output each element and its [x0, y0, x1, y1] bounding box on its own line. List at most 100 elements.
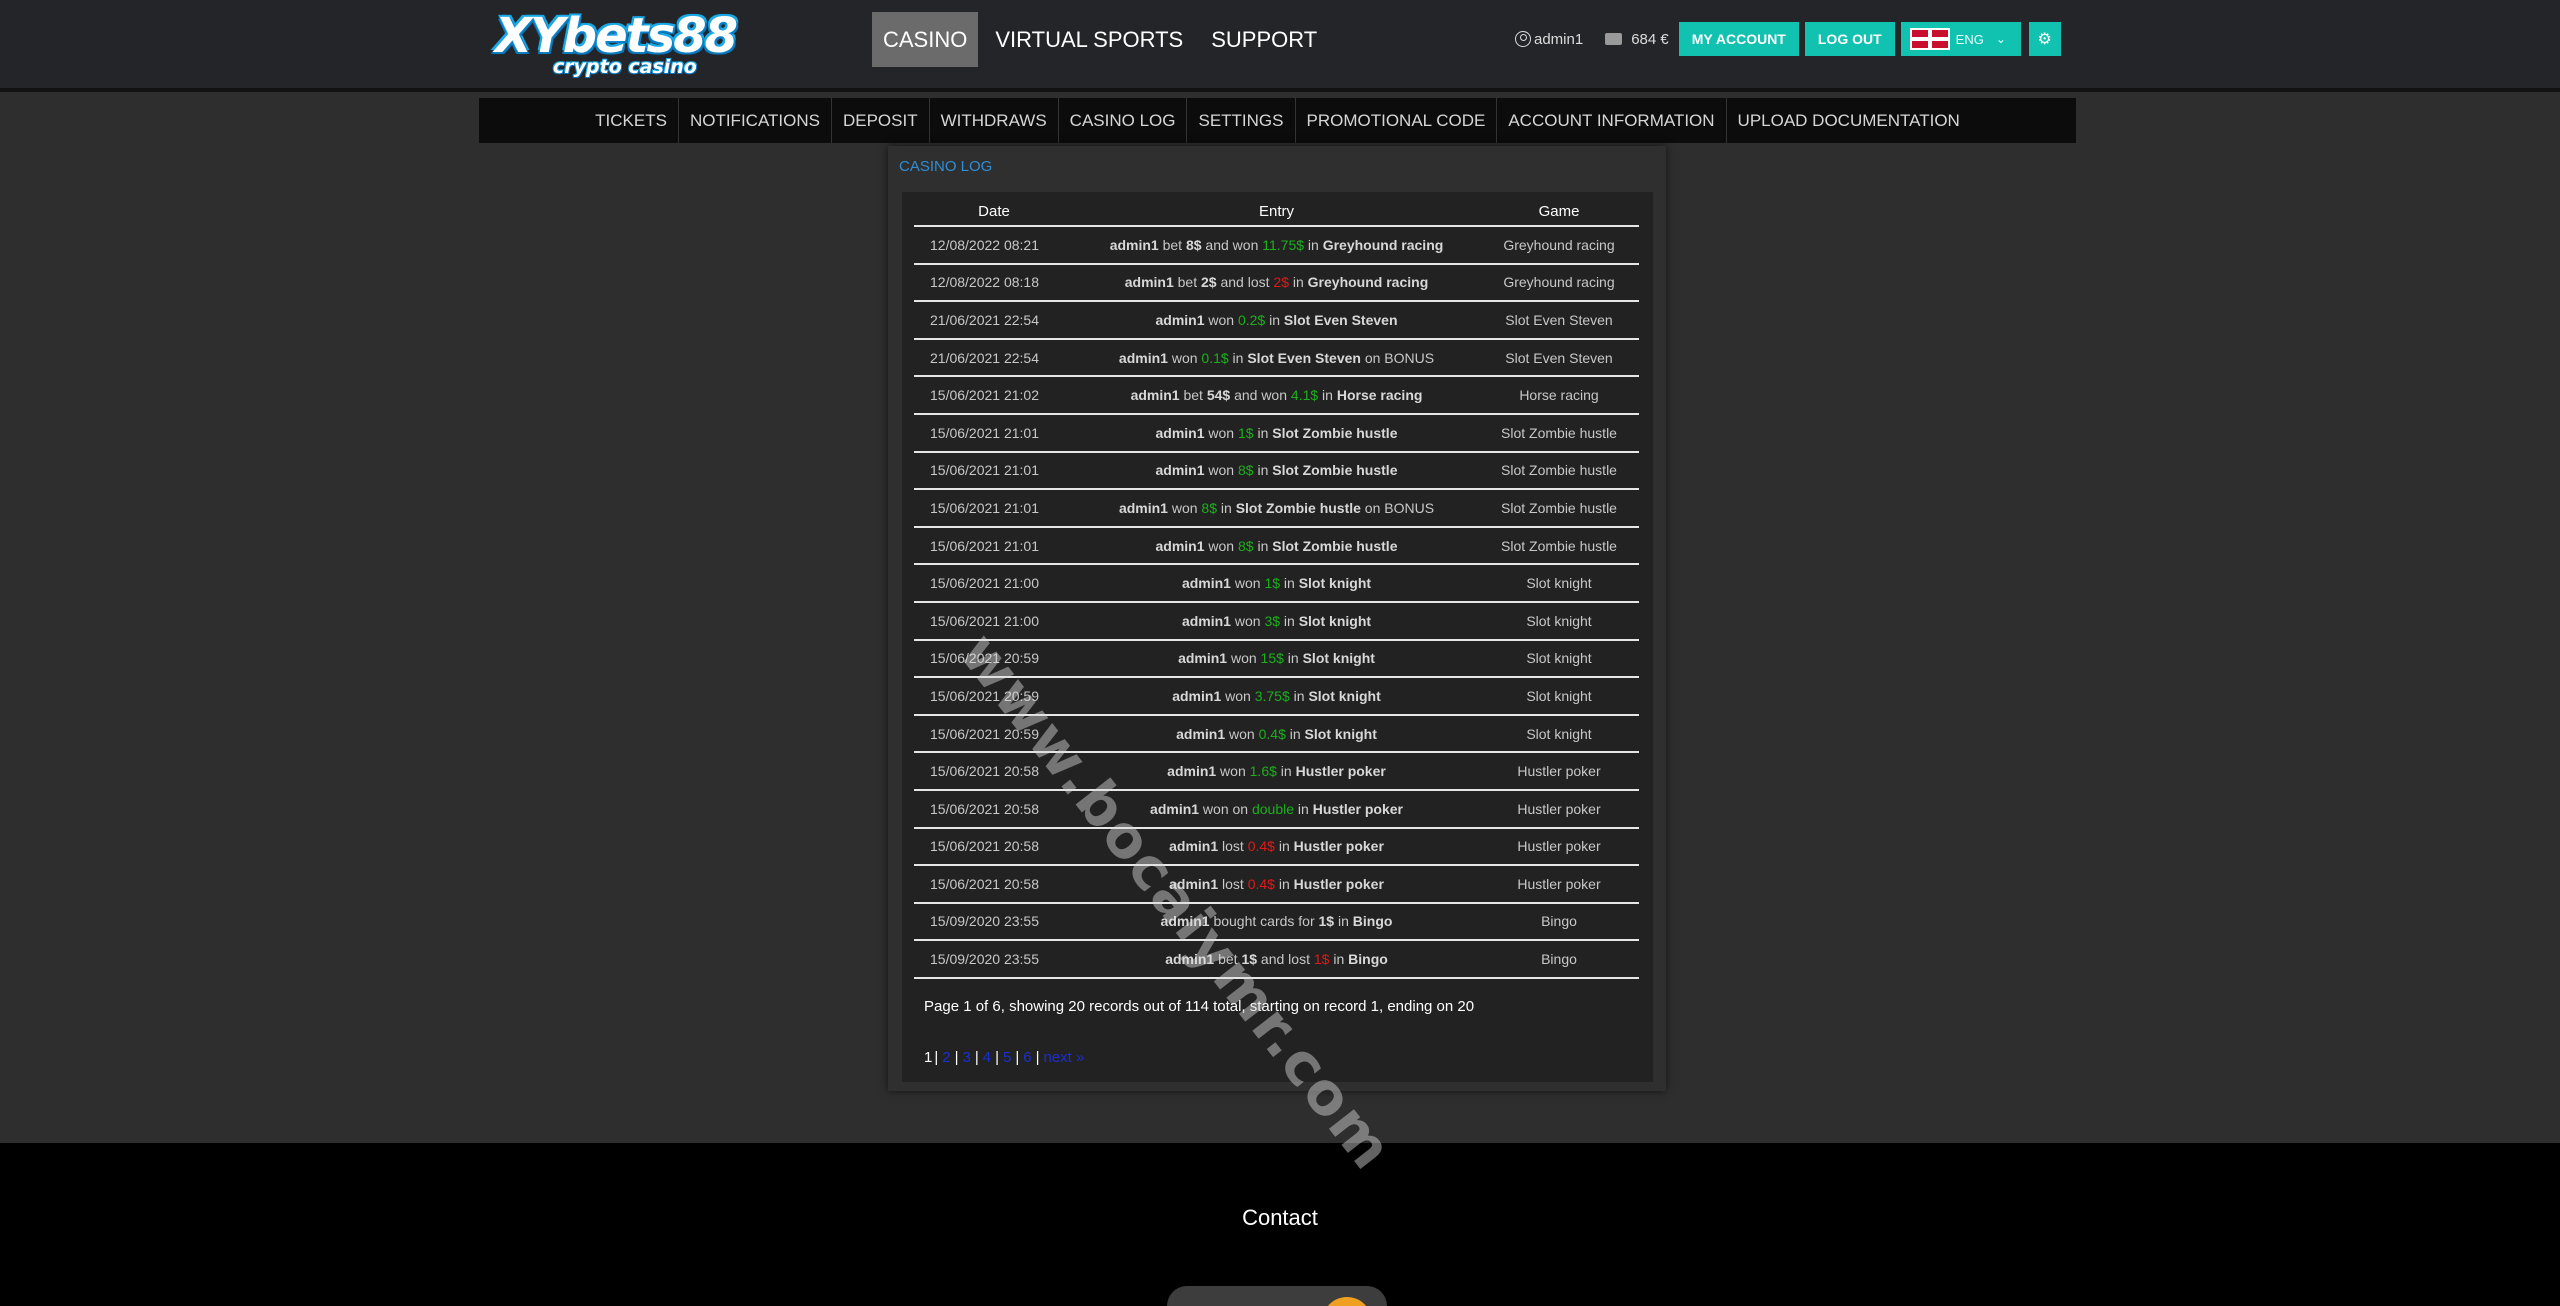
page-link[interactable]: 5	[1003, 1049, 1011, 1066]
table-row: 15/06/2021 21:02 admin1 bet 54$ and won 4…	[914, 376, 1639, 415]
entry-text: won	[1167, 499, 1202, 516]
amount-won: 3.75$	[1254, 687, 1290, 704]
table-header-row: Date Entry Game	[914, 198, 1639, 227]
entry-text: admin1	[1155, 311, 1205, 328]
subnav-settings[interactable]: SETTINGS	[1187, 98, 1296, 143]
cell-date: 12/08/2022 08:18	[914, 263, 1074, 303]
entry-text: won	[1227, 650, 1261, 667]
cell-date: 15/06/2021 20:58	[914, 865, 1074, 904]
amount-won: 8$	[1201, 499, 1217, 516]
entry-text: bet	[1158, 236, 1186, 253]
subnav-casino-log[interactable]: CASINO LOG	[1059, 98, 1188, 143]
table-row: 12/08/2022 08:21 admin1 bet 8$ and won 11…	[914, 226, 1639, 265]
table-row: 15/06/2021 20:59 admin1 won 3.75$ in Slot…	[914, 677, 1639, 716]
entry-text: won on	[1199, 800, 1252, 817]
logout-button[interactable]: LOG OUT	[1804, 22, 1895, 56]
amount-lost: 1$	[1313, 951, 1330, 968]
table-row: 15/09/2020 23:55 admin1 bet 1$ and lost 1…	[914, 940, 1639, 979]
my-account-button[interactable]: MY ACCOUNT	[1678, 22, 1799, 56]
entry-text: Hustler poker	[1293, 838, 1384, 855]
cell-game: Slot Zombie hustle	[1479, 526, 1639, 566]
table-row: 21/06/2021 22:54 admin1 won 0.2$ in Slot …	[914, 301, 1639, 340]
table-row: 15/06/2021 20:58 admin1 lost 0.4$ in Hust…	[914, 827, 1639, 867]
settings-gear-button[interactable]: ⚙	[2028, 22, 2061, 56]
entry-text: on BONUS	[1360, 499, 1435, 516]
subnav-account-information[interactable]: ACCOUNT INFORMATION	[1497, 98, 1727, 143]
entry-text: bet	[1173, 274, 1201, 291]
entry-text: and won	[1201, 236, 1263, 253]
cell-entry: admin1 won 0.2$ in Slot Even Steven	[1074, 301, 1479, 340]
cell-game: Slot Even Steven	[1479, 338, 1639, 378]
entry-text: lost	[1218, 875, 1248, 892]
page-link[interactable]: next »	[1044, 1049, 1085, 1066]
column-header-entry: Entry	[1074, 198, 1479, 227]
cell-date: 15/06/2021 21:01	[914, 413, 1074, 453]
nav-virtual-sports[interactable]: VIRTUAL SPORTS	[984, 12, 1194, 67]
table-row: 15/06/2021 21:01 admin1 won 8$ in Slot Zo…	[914, 526, 1639, 566]
cell-entry: admin1 won 1$ in Slot knight	[1074, 564, 1479, 603]
entry-text: in	[1253, 537, 1273, 554]
entry-text: bet	[1179, 387, 1207, 404]
amount-lost: 2$	[1273, 274, 1289, 291]
entry-text: Slot knight	[1308, 687, 1381, 704]
entry-text: admin1	[1167, 763, 1217, 780]
table-row: 15/06/2021 21:01 admin1 won 1$ in Slot Zo…	[914, 413, 1639, 453]
cell-date: 15/06/2021 20:59	[914, 639, 1074, 679]
entry-text: in	[1334, 913, 1353, 930]
table-row: 15/06/2021 21:00 admin1 won 3$ in Slot kn…	[914, 601, 1639, 641]
cell-date: 15/06/2021 20:58	[914, 752, 1074, 791]
entry-text: Greyhound racing	[1307, 274, 1429, 291]
nav-support[interactable]: SUPPORT	[1200, 12, 1328, 67]
site-logo[interactable]: XYbets88 crypto casino	[495, 10, 745, 80]
cell-game: Horse racing	[1479, 376, 1639, 415]
language-selector[interactable]: ENG ⌄	[1900, 22, 2021, 56]
entry-text: Slot knight	[1298, 575, 1372, 592]
cell-game: Slot Zombie hustle	[1479, 451, 1639, 491]
subnav-withdraws[interactable]: WITHDRAWS	[930, 98, 1059, 143]
table-row: 15/06/2021 20:58 admin1 lost 0.4$ in Hust…	[914, 865, 1639, 904]
cell-entry: admin1 bet 2$ and lost 2$ in Greyhound r…	[1074, 263, 1479, 303]
entry-text: in	[1228, 349, 1248, 366]
entry-text: Slot Zombie hustle	[1235, 499, 1361, 516]
entry-text: in	[1288, 274, 1308, 291]
page-link[interactable]: 3	[963, 1049, 971, 1066]
page-link[interactable]: 4	[983, 1049, 991, 1066]
entry-text: in	[1253, 462, 1273, 479]
amount-won: 4.1$	[1290, 387, 1319, 404]
balance-value: 684 €	[1631, 30, 1669, 48]
user-info[interactable]: admin1	[1515, 31, 1583, 48]
entry-text: in	[1276, 763, 1296, 780]
footer-contact[interactable]: Contact	[0, 1205, 2560, 1231]
subnav-deposit[interactable]: DEPOSIT	[832, 98, 930, 143]
cell-entry: admin1 won 1.6$ in Hustler poker	[1074, 752, 1479, 791]
table-row: 15/06/2021 20:59 admin1 won 15$ in Slot k…	[914, 639, 1639, 679]
table-row: 15/06/2021 21:01 admin1 won 8$ in Slot Zo…	[914, 489, 1639, 528]
subnav-upload-documentation[interactable]: UPLOAD DOCUMENTATION	[1727, 98, 1971, 143]
cell-entry: admin1 lost 0.4$ in Hustler poker	[1074, 827, 1479, 867]
cell-game: Hustler poker	[1479, 752, 1639, 791]
entry-text: won	[1221, 687, 1255, 704]
subnav-promotional-code[interactable]: PROMOTIONAL CODE	[1296, 98, 1498, 143]
logo-main-text: XYbets88	[495, 8, 738, 64]
pager-separator: |	[1015, 1049, 1020, 1066]
cell-entry: admin1 won 8$ in Slot Zombie hustle on B…	[1074, 489, 1479, 528]
table-body: 12/08/2022 08:21 admin1 bet 8$ and won 11…	[914, 226, 1639, 979]
entry-text: in	[1274, 838, 1294, 855]
pager-separator: |	[995, 1049, 999, 1066]
nav-casino[interactable]: CASINO	[872, 12, 979, 67]
page-link[interactable]: 2	[942, 1049, 950, 1066]
entry-text: admin1	[1155, 462, 1205, 479]
cell-game: Slot Zombie hustle	[1479, 413, 1639, 453]
subnav-tickets[interactable]: TICKETS	[584, 98, 679, 143]
cell-date: 15/06/2021 21:00	[914, 601, 1074, 641]
logo-sub-text: crypto casino	[553, 56, 697, 78]
entry-text: in	[1304, 236, 1323, 253]
entry-text: 54$	[1206, 387, 1231, 404]
subnav-notifications[interactable]: NOTIFICATIONS	[679, 98, 832, 143]
entry-text: admin1	[1160, 913, 1210, 930]
entry-text: Hustler poker	[1295, 763, 1386, 780]
entry-text: Greyhound racing	[1322, 236, 1444, 253]
entry-text: Bingo	[1352, 913, 1393, 930]
page-link[interactable]: 6	[1023, 1049, 1031, 1066]
amount-won: 15$	[1260, 650, 1284, 667]
